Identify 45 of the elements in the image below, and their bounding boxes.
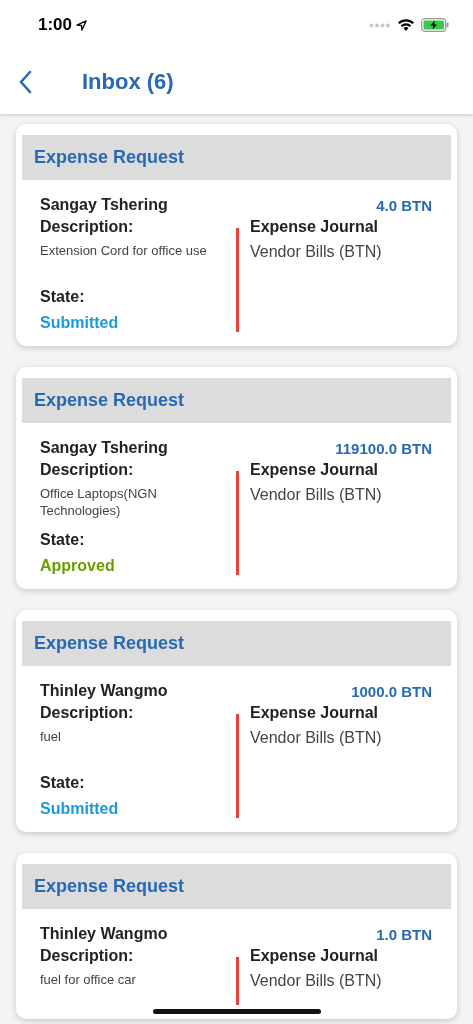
state-value: Submitted (40, 800, 120, 818)
amount: 119100.0 BTN (335, 439, 432, 457)
amount: 1000.0 BTN (351, 682, 432, 700)
description-label: Description: (40, 947, 135, 965)
expense-card[interactable]: Expense Request Thinley Wangmo 1.0 BTN Description: fuel for office car Expense Journal Vendor Bills (BTN) (16, 853, 457, 1019)
description-text: Office Laptops(NGN Technologies) (40, 485, 158, 519)
journal-name: Vendor Bills (BTN) (250, 486, 382, 504)
description-label: Description: (40, 461, 135, 479)
card-header: Expense Request (22, 378, 451, 423)
amount: 1.0 BTN (376, 925, 432, 943)
journal-name: Vendor Bills (BTN) (250, 243, 382, 261)
employee-name: Sangay Tshering (40, 196, 168, 214)
journal-name: Vendor Bills (BTN) (250, 729, 382, 747)
description-label: Description: (40, 704, 135, 722)
wifi-icon (397, 18, 415, 32)
employee-name: Sangay Tshering (40, 439, 168, 457)
card-header: Expense Request (22, 864, 451, 909)
expense-card[interactable]: Expense Request Sangay Tshering 119100.0 BTN Description: Office Laptops(NGN Technologies) State: Approved Expense Journal Vendor Bills (BTN) (16, 367, 457, 589)
expense-card[interactable]: Expense Request Sangay Tshering 4.0 BTN Description: Extension Cord for office use State: Submitted Expense Journal Vendor Bills (BTN) (16, 124, 457, 346)
journal-label: Expense Journal (250, 947, 380, 965)
expense-card[interactable]: Expense Request Thinley Wangmo 1000.0 BTN Description: fuel State: Submitted Expense Journal Vendor Bills (BTN) (16, 610, 457, 832)
battery-charging-icon (421, 18, 449, 32)
journal-label: Expense Journal (250, 461, 380, 479)
state-label: State: (40, 531, 86, 549)
description-label: Description: (40, 218, 135, 236)
state-label: State: (40, 288, 86, 306)
state-label: State: (40, 774, 86, 792)
signal-dots-icon (369, 22, 391, 28)
location-arrow-icon (76, 19, 88, 31)
journal-name: Vendor Bills (BTN) (250, 972, 382, 990)
description-text: fuel for office car (40, 971, 137, 989)
description-text: Extension Cord for office use (40, 242, 208, 260)
employee-name: Thinley Wangmo (40, 925, 168, 943)
journal-label: Expense Journal (250, 218, 380, 236)
back-button[interactable] (18, 70, 32, 94)
journal-label: Expense Journal (250, 704, 380, 722)
employee-name: Thinley Wangmo (40, 682, 168, 700)
amount: 4.0 BTN (376, 196, 432, 214)
state-value: Submitted (40, 314, 120, 332)
card-header: Expense Request (22, 621, 451, 666)
card-header: Expense Request (22, 135, 451, 180)
status-time: 1:00 (38, 15, 73, 35)
state-value: Approved (40, 557, 116, 575)
page-title: Inbox (6) (82, 69, 174, 95)
description-text: fuel (40, 728, 62, 746)
